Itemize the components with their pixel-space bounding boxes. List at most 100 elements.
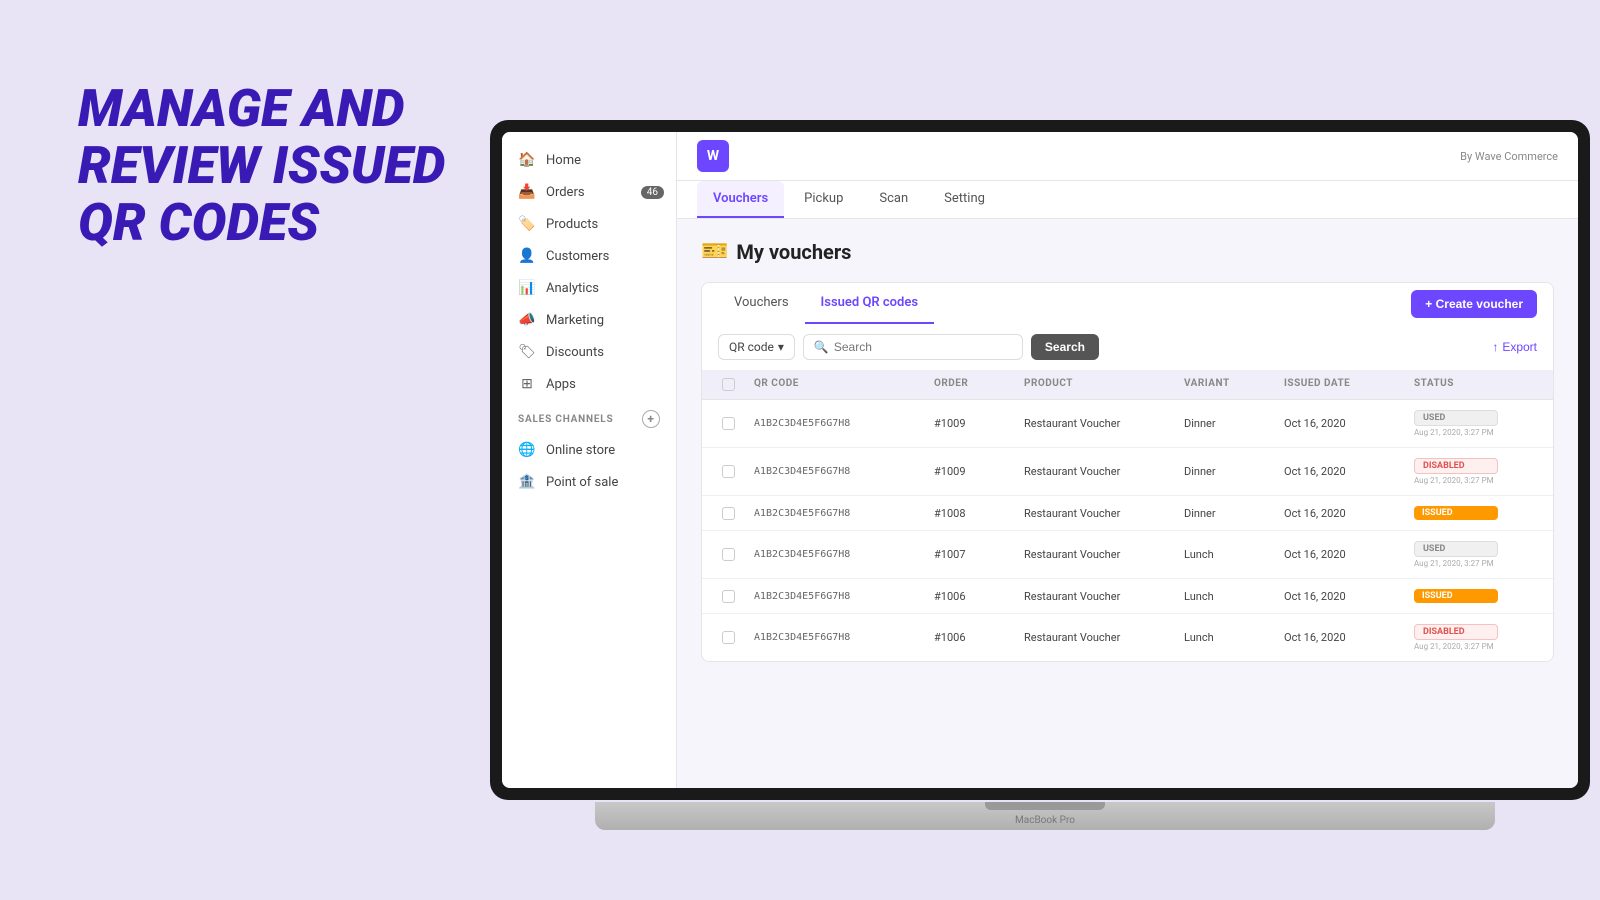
export-button[interactable]: ↑ Export <box>1492 340 1537 354</box>
laptop-base: MacBook Pro <box>595 802 1495 830</box>
row-checkbox-0[interactable] <box>722 417 735 430</box>
row-checkbox-4[interactable] <box>722 590 735 603</box>
inner-tab-vouchers[interactable]: Vouchers <box>718 283 805 324</box>
search-input[interactable] <box>834 340 1012 354</box>
tab-bar: Vouchers Pickup Scan Setting <box>677 181 1578 219</box>
analytics-icon: 📊 <box>518 279 536 297</box>
cell-qr-code: A1B2C3D4E5F6G7H8 <box>746 581 926 612</box>
orders-icon: 📥 <box>518 183 536 201</box>
status-badge: USED <box>1414 410 1498 426</box>
cell-order: #1009 <box>926 455 1016 488</box>
cell-product: Restaurant Voucher <box>1016 497 1176 530</box>
sidebar-item-discounts[interactable]: 🏷 Discounts <box>502 336 676 368</box>
sidebar-item-marketing[interactable]: 📣 Marketing <box>502 304 676 336</box>
tab-pickup[interactable]: Pickup <box>788 181 859 218</box>
content-area: 🎫 My vouchers Vouchers Issued QR codes +… <box>677 219 1578 788</box>
cell-variant: Lunch <box>1176 621 1276 654</box>
col-header-issued-date: ISSUED DATE <box>1276 370 1406 399</box>
create-voucher-button[interactable]: + Create voucher <box>1411 290 1537 318</box>
select-all-checkbox[interactable] <box>722 378 735 391</box>
customers-icon: 👤 <box>518 247 536 265</box>
laptop-screen: 🏠 Home 📥 Orders 46 🏷️ Products 👤 Custome… <box>490 120 1590 800</box>
search-input-wrap: 🔍 <box>803 334 1023 360</box>
cell-status: DISABLED Aug 21, 2020, 3:27 PM <box>1406 448 1506 495</box>
cell-status: USED Aug 21, 2020, 3:27 PM <box>1406 531 1506 578</box>
sidebar-item-orders[interactable]: 📥 Orders 46 <box>502 176 676 208</box>
add-sales-channel-button[interactable]: + <box>642 410 660 428</box>
inner-tab-issued-qr[interactable]: Issued QR codes <box>805 283 935 324</box>
table-row: A1B2C3D4E5F6G7H8 #1007 Restaurant Vouche… <box>702 531 1553 579</box>
data-table: QR CODE ORDER PRODUCT VARIANT ISSUED DAT… <box>701 370 1554 662</box>
app-logo: W <box>697 140 729 172</box>
status-date: Aug 21, 2020, 3:27 PM <box>1414 476 1498 485</box>
table-row: A1B2C3D4E5F6G7H8 #1006 Restaurant Vouche… <box>702 579 1553 614</box>
status-badge: USED <box>1414 541 1498 557</box>
sidebar-label-apps: Apps <box>546 377 576 392</box>
row-checkbox-2[interactable] <box>722 507 735 520</box>
app-window: 🏠 Home 📥 Orders 46 🏷️ Products 👤 Custome… <box>502 132 1578 788</box>
search-left: QR code ▾ 🔍 Search <box>718 334 1099 360</box>
row-checkbox-3[interactable] <box>722 548 735 561</box>
status-cell: USED Aug 21, 2020, 3:27 PM <box>1414 410 1498 437</box>
row-checkbox-1[interactable] <box>722 465 735 478</box>
row-checkbox-cell <box>710 455 746 488</box>
cell-issued-date: Oct 16, 2020 <box>1276 497 1406 530</box>
cell-issued-date: Oct 16, 2020 <box>1276 538 1406 571</box>
cell-product: Restaurant Voucher <box>1016 455 1176 488</box>
tab-vouchers[interactable]: Vouchers <box>697 181 784 218</box>
col-header-qr-code: QR CODE <box>746 370 926 399</box>
export-icon: ↑ <box>1492 340 1498 354</box>
col-header-product: PRODUCT <box>1016 370 1176 399</box>
cell-qr-code: A1B2C3D4E5F6G7H8 <box>746 456 926 487</box>
cell-variant: Lunch <box>1176 538 1276 571</box>
hero-section: MANAGE AND REVIEW ISSUED QR CODES <box>78 80 458 252</box>
table-row: A1B2C3D4E5F6G7H8 #1009 Restaurant Vouche… <box>702 448 1553 496</box>
table-header: QR CODE ORDER PRODUCT VARIANT ISSUED DAT… <box>702 370 1553 400</box>
table-body: A1B2C3D4E5F6G7H8 #1009 Restaurant Vouche… <box>702 400 1553 661</box>
table-row: A1B2C3D4E5F6G7H8 #1009 Restaurant Vouche… <box>702 400 1553 448</box>
sidebar-label-discounts: Discounts <box>546 345 604 360</box>
header-checkbox <box>710 370 746 399</box>
main-content: W By Wave Commerce Vouchers Pickup Scan … <box>677 132 1578 788</box>
search-button[interactable]: Search <box>1031 334 1099 360</box>
sidebar-item-customers[interactable]: 👤 Customers <box>502 240 676 272</box>
table-row: A1B2C3D4E5F6G7H8 #1008 Restaurant Vouche… <box>702 496 1553 531</box>
sidebar-label-analytics: Analytics <box>546 281 599 296</box>
search-icon: 🔍 <box>814 340 829 354</box>
tab-scan[interactable]: Scan <box>863 181 924 218</box>
cell-product: Restaurant Voucher <box>1016 621 1176 654</box>
macbook-label: MacBook Pro <box>1015 815 1075 826</box>
sidebar-label-products: Products <box>546 217 598 232</box>
sidebar-item-online-store[interactable]: 🌐 Online store <box>502 434 676 466</box>
row-checkbox-5[interactable] <box>722 631 735 644</box>
home-icon: 🏠 <box>518 151 536 169</box>
sidebar-item-products[interactable]: 🏷️ Products <box>502 208 676 240</box>
status-cell: DISABLED Aug 21, 2020, 3:27 PM <box>1414 624 1498 651</box>
status-badge: DISABLED <box>1414 458 1498 474</box>
sidebar-label-home: Home <box>546 153 581 168</box>
status-date: Aug 21, 2020, 3:27 PM <box>1414 428 1498 437</box>
status-date: Aug 21, 2020, 3:27 PM <box>1414 559 1498 568</box>
search-bar: QR code ▾ 🔍 Search ↑ Export <box>701 324 1554 370</box>
cell-order: #1008 <box>926 497 1016 530</box>
sidebar-item-apps[interactable]: ⊞ Apps <box>502 368 676 400</box>
sidebar-item-point-of-sale[interactable]: 🏦 Point of sale <box>502 466 676 498</box>
app-brand: By Wave Commerce <box>1460 150 1558 163</box>
sidebar-item-home[interactable]: 🏠 Home <box>502 144 676 176</box>
cell-product: Restaurant Voucher <box>1016 407 1176 440</box>
status-cell: ISSUED <box>1414 589 1498 603</box>
col-header-status: STATUS <box>1406 370 1506 399</box>
sidebar-label-orders: Orders <box>546 185 585 200</box>
status-cell: ISSUED <box>1414 506 1498 520</box>
cell-variant: Dinner <box>1176 497 1276 530</box>
sidebar-item-analytics[interactable]: 📊 Analytics <box>502 272 676 304</box>
cell-qr-code: A1B2C3D4E5F6G7H8 <box>746 408 926 439</box>
qr-code-dropdown[interactable]: QR code ▾ <box>718 334 795 360</box>
discounts-icon: 🏷 <box>518 343 536 361</box>
cell-issued-date: Oct 16, 2020 <box>1276 407 1406 440</box>
sales-channels-label: SALES CHANNELS <box>518 414 613 425</box>
col-header-variant: VARIANT <box>1176 370 1276 399</box>
tab-setting[interactable]: Setting <box>928 181 1001 218</box>
products-icon: 🏷️ <box>518 215 536 233</box>
table-row: A1B2C3D4E5F6G7H8 #1006 Restaurant Vouche… <box>702 614 1553 661</box>
